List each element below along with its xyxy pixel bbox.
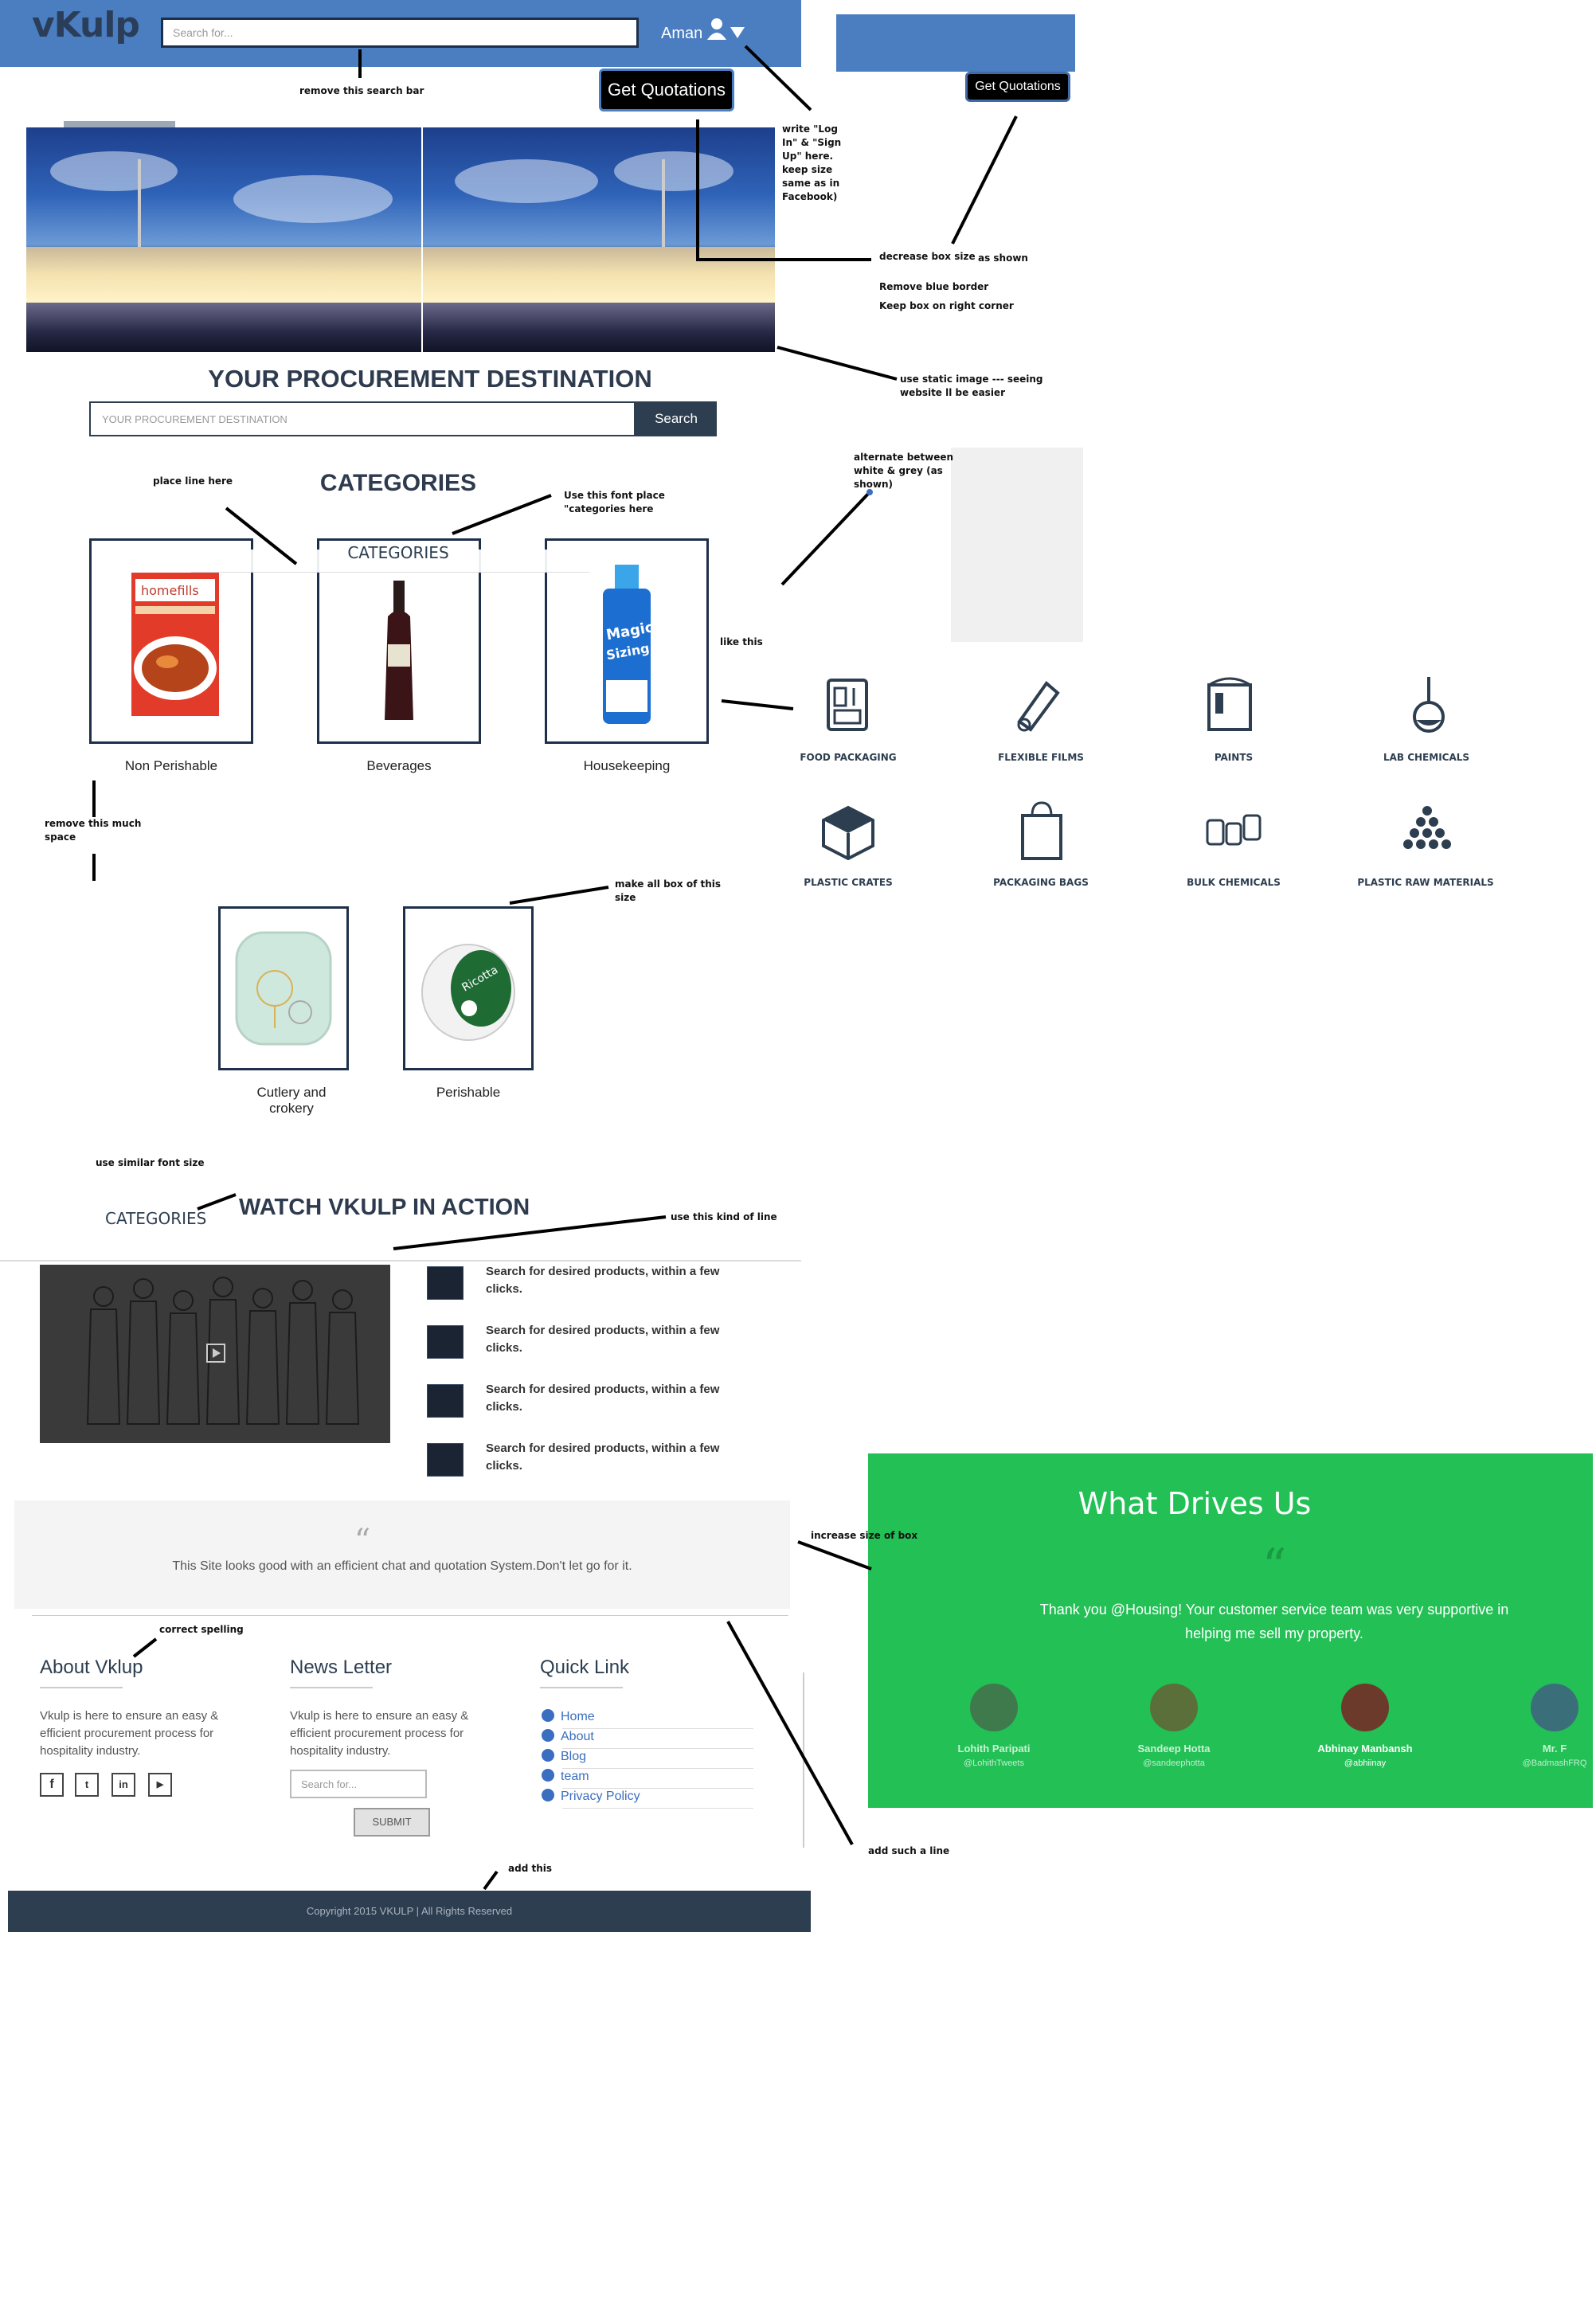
note-remove-border: Remove blue border (879, 281, 989, 292)
note-increase-box: increase size of box (811, 1530, 918, 1541)
note-add-line: add such a line (868, 1845, 950, 1856)
note-decrease-box: decrease box size (879, 251, 976, 262)
note-alternate: alternate between white & grey (as shown… (854, 452, 954, 490)
note-remove-search: remove this search bar (299, 85, 424, 96)
note-as-shown: as shown (978, 252, 1028, 264)
note-login: write "Log In" & "Sign Up" here. keep si… (782, 123, 842, 202)
annotation-lines (92, 45, 1018, 1891)
note-like-this: like this (720, 636, 763, 647)
note-kind-of-line: use this kind of line (671, 1211, 777, 1222)
note-place-line: place line here (153, 475, 233, 487)
note-remove-space: remove this much space (45, 818, 142, 843)
note-use-font: Use this font place "categories here (564, 490, 665, 514)
note-similar-font: use similar font size (96, 1157, 205, 1168)
note-box-size: make all box of this size (615, 878, 722, 903)
note-add-this: add this (508, 1863, 552, 1874)
note-static-image: use static image --- seeing website ll b… (900, 374, 1043, 398)
note-keep-corner: Keep box on right corner (879, 300, 1014, 311)
note-correct-spelling: correct spelling (159, 1624, 244, 1635)
